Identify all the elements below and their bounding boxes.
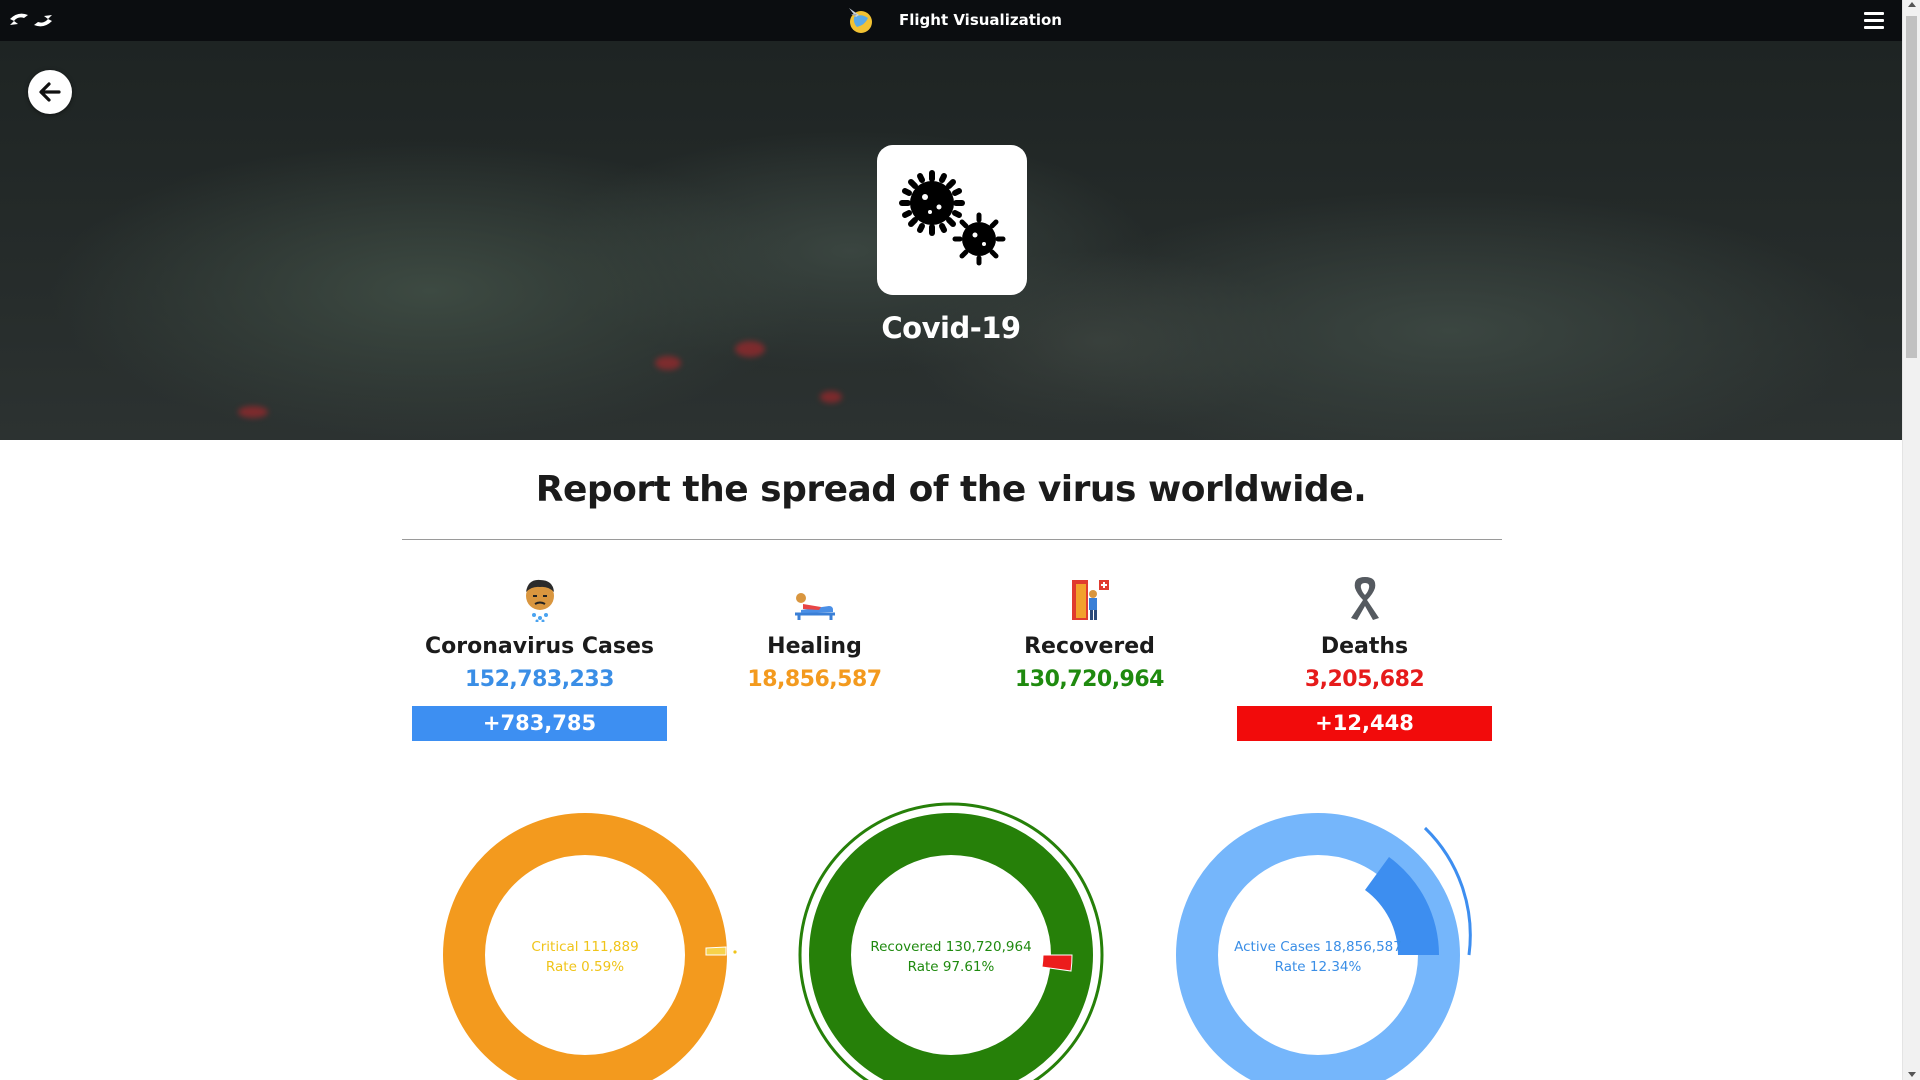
donut-label-line1: Active Cases 18,856,587 bbox=[1234, 939, 1402, 955]
donut-recovered: Recovered 130,720,964 Rate 97.61% bbox=[791, 795, 1111, 1080]
donut-label-line2: Rate 97.61% bbox=[907, 959, 995, 975]
ribbon-icon bbox=[1227, 570, 1502, 622]
donut-label: Recovered 130,720,964 Rate 97.61% bbox=[791, 937, 1111, 977]
donut-label: Active Cases 18,856,587 Rate 12.34% bbox=[1158, 937, 1478, 977]
top-bar: Flight Visualization bbox=[0, 0, 1902, 41]
hamburger-menu-icon[interactable] bbox=[1864, 12, 1884, 30]
map-hotspot bbox=[655, 356, 681, 370]
stat-label: Deaths bbox=[1320, 634, 1409, 659]
scrollbar-thumb[interactable] bbox=[1906, 16, 1917, 358]
arrow-left-icon bbox=[39, 82, 61, 102]
page-scrollbar[interactable] bbox=[1902, 0, 1920, 1080]
report-heading: Report the spread of the virus worldwide… bbox=[535, 469, 1367, 510]
divider bbox=[402, 539, 1502, 540]
map-hotspot bbox=[238, 406, 268, 418]
stat-healing: Healing 18,856,587 bbox=[677, 570, 952, 692]
covid-tile bbox=[877, 145, 1027, 295]
donut-active: Active Cases 18,856,587 Rate 12.34% bbox=[1158, 795, 1478, 1080]
stat-label: Coronavirus Cases bbox=[425, 634, 654, 659]
scroll-up-arrow-icon[interactable] bbox=[1908, 2, 1916, 7]
globe-plane-icon bbox=[845, 5, 875, 35]
stat-value: 3,205,682 bbox=[1304, 667, 1425, 692]
back-button[interactable] bbox=[28, 70, 72, 114]
scroll-down-arrow-icon[interactable] bbox=[1908, 1072, 1916, 1077]
stat-value: 152,783,233 bbox=[465, 667, 614, 692]
stat-value: 130,720,964 bbox=[1015, 667, 1164, 692]
stat-deaths: Deaths 3,205,682 +12,448 bbox=[1227, 570, 1502, 741]
donut-label-line2: Rate 12.34% bbox=[1274, 959, 1362, 975]
stat-label: Recovered bbox=[1024, 634, 1155, 659]
donut-label: Critical 111,889 Rate 0.59% bbox=[425, 937, 745, 977]
app-brand[interactable]: Flight Visualization bbox=[845, 4, 1062, 36]
hero-title: Covid-19 bbox=[881, 311, 1021, 345]
stat-coronavirus-cases: Coronavirus Cases 152,783,233 +783,785 bbox=[402, 570, 677, 741]
map-hotspot bbox=[820, 391, 842, 403]
stat-delta: +783,785 bbox=[412, 706, 667, 741]
flight-arrows-icon[interactable] bbox=[8, 9, 54, 31]
hospital-exit-icon bbox=[952, 570, 1227, 622]
hero-banner: Covid-19 bbox=[0, 41, 1902, 440]
stat-recovered: Recovered 130,720,964 bbox=[952, 570, 1227, 692]
virus-icon bbox=[899, 170, 1006, 266]
sick-person-icon bbox=[402, 570, 677, 622]
app-title: Flight Visualization bbox=[899, 11, 1062, 29]
donut-label-line1: Recovered 130,720,964 bbox=[870, 939, 1032, 955]
stat-value: 18,856,587 bbox=[747, 667, 882, 692]
patient-bed-icon bbox=[677, 570, 952, 622]
donut-critical: Critical 111,889 Rate 0.59% bbox=[425, 795, 745, 1080]
stat-label: Healing bbox=[767, 634, 862, 659]
donut-label-line1: Critical 111,889 bbox=[531, 939, 639, 955]
stats-row: Coronavirus Cases 152,783,233 +783,785 H… bbox=[402, 570, 1502, 750]
stat-delta: +12,448 bbox=[1237, 706, 1492, 741]
donut-label-line2: Rate 0.59% bbox=[545, 959, 625, 975]
